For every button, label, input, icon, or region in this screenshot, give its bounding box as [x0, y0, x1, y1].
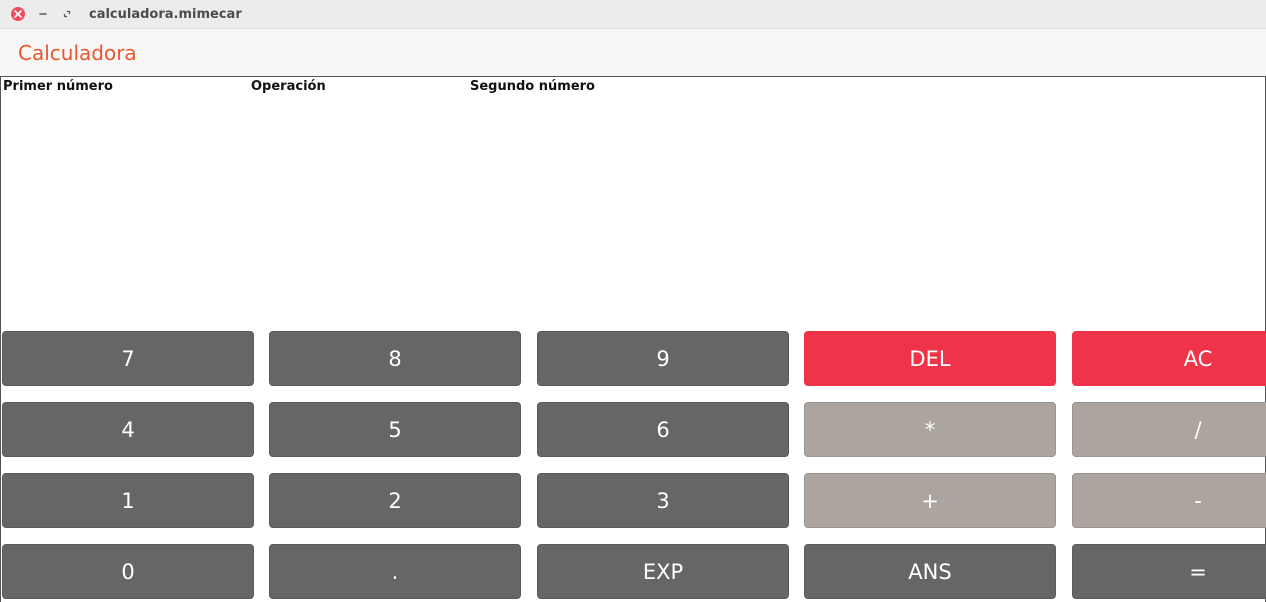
window-title: calculadora.mimecar [89, 7, 242, 22]
all-clear-button[interactable]: AC [1072, 331, 1266, 386]
multiply-button[interactable]: * [804, 402, 1056, 457]
second-number-label: Segundo número [470, 79, 595, 94]
key-0-button[interactable]: 0 [2, 544, 254, 599]
app-title: Calculadora [18, 41, 137, 65]
answer-button[interactable]: ANS [804, 544, 1056, 599]
minimize-icon[interactable] [36, 7, 50, 21]
key-7-button[interactable]: 7 [2, 331, 254, 386]
title-bar: calculadora.mimecar [0, 0, 1266, 29]
equals-button[interactable]: = [1072, 544, 1266, 599]
key-3-button[interactable]: 3 [537, 473, 789, 528]
subtract-button[interactable]: - [1072, 473, 1266, 528]
key-9-button[interactable]: 9 [537, 331, 789, 386]
key-2-button[interactable]: 2 [269, 473, 521, 528]
delete-button[interactable]: DEL [804, 331, 1056, 386]
exp-button[interactable]: EXP [537, 544, 789, 599]
key-5-button[interactable]: 5 [269, 402, 521, 457]
key-4-button[interactable]: 4 [2, 402, 254, 457]
decimal-point-button[interactable]: . [269, 544, 521, 599]
divide-button[interactable]: / [1072, 402, 1266, 457]
operation-label: Operación [251, 79, 326, 94]
calculator-content: Primer número Operación Segundo número 7… [0, 77, 1266, 602]
add-button[interactable]: + [804, 473, 1056, 528]
key-1-button[interactable]: 1 [2, 473, 254, 528]
app-header: Calculadora [0, 29, 1266, 77]
close-icon[interactable] [11, 7, 25, 21]
key-6-button[interactable]: 6 [537, 402, 789, 457]
key-8-button[interactable]: 8 [269, 331, 521, 386]
maximize-icon[interactable] [60, 7, 74, 21]
app-window: calculadora.mimecar Calculadora Primer n… [0, 0, 1266, 602]
first-number-label: Primer número [3, 79, 113, 94]
